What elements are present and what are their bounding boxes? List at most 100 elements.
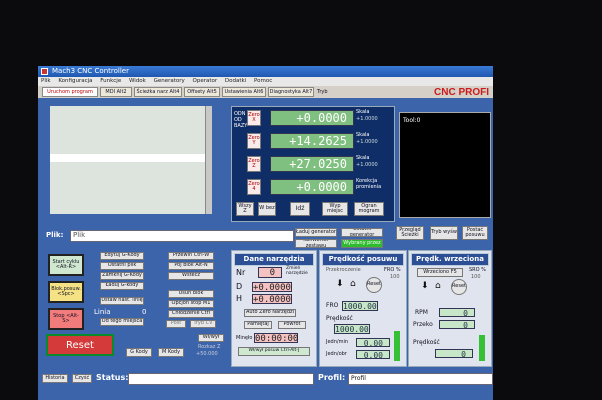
tab-toolpath[interactable]: Ścieżka narz Alt4	[134, 87, 182, 97]
toolpath-display[interactable]: Tool:0	[399, 112, 491, 218]
spindle-title: Prędk. wrzeciona	[411, 253, 489, 266]
spindle-toggle-button[interactable]: Wrzeciono F5	[417, 268, 463, 277]
coolant-button[interactable]: Chłodzenie Ctrl	[168, 310, 214, 318]
goto-button[interactable]: Idź	[290, 202, 310, 216]
load-wizard-button[interactable]: Ładuj generator	[295, 228, 337, 237]
menu-pomoc[interactable]: Pomoc	[254, 78, 272, 84]
return-button[interactable]: Powrót	[278, 321, 306, 329]
tool-d-label: D	[236, 282, 243, 291]
main-area: ODN OD BAZY Zero X +0.0000 Skala +1.0000…	[38, 98, 493, 400]
limits-button[interactable]: Ogran mogram	[354, 202, 384, 216]
menu-operator[interactable]: Operator	[193, 78, 218, 84]
ref-label: ODN OD BAZY	[234, 111, 248, 129]
set-next-line-button[interactable]: Ustaw nast. linię	[100, 297, 144, 305]
feed-reset-button[interactable]: Reset	[366, 277, 382, 293]
units-rev-value: 0.00	[356, 350, 390, 360]
profile-field: Profil	[348, 373, 493, 385]
scale-x-value: +1.0000	[356, 116, 378, 122]
spindle-speed-value: 0	[435, 349, 473, 359]
optional-stop-button[interactable]: Opcjon stop M1	[168, 300, 214, 308]
clear-button[interactable]: Czyść	[72, 374, 92, 383]
spindle-home-icon[interactable]: ⌂	[435, 281, 441, 291]
menu-generatory[interactable]: Generatory	[154, 78, 185, 84]
sro-label: SRO %	[469, 267, 486, 273]
dro-panel: ODN OD BAZY Zero X +0.0000 Skala +1.0000…	[231, 106, 395, 222]
toggle-button[interactable]: Wł/wył	[198, 334, 224, 342]
gcodes-button[interactable]: G Kody	[126, 348, 152, 357]
spindle-down-icon[interactable]: ⬇	[421, 281, 429, 291]
units-min-label: Jedn/min	[326, 339, 349, 345]
fro-pct-label: FRO %	[384, 267, 401, 273]
offline-button[interactable]: Wyp miejsc	[322, 202, 348, 216]
cv-mode-button[interactable]: Tryb CV	[190, 320, 216, 328]
dro-z: +27.0250	[270, 156, 354, 172]
gcode-scrollbar[interactable]	[205, 106, 212, 214]
reset-button[interactable]: Reset	[46, 334, 114, 356]
conversational-button[interactable]: Konwerter zestawu	[295, 239, 337, 248]
display-mode-button[interactable]: Tryb wyśw	[430, 226, 458, 240]
spindle-reset-button[interactable]: Reset	[451, 279, 467, 295]
elapsed-label: Minęło	[236, 335, 253, 341]
tab-mdi[interactable]: MDI Alt2	[100, 87, 132, 97]
spindle-slider[interactable]	[479, 335, 485, 361]
app-icon	[41, 68, 48, 75]
title-bar: Mach3 CNC Controller	[38, 66, 493, 77]
elapsed-value: 00:00:00	[254, 333, 299, 344]
feedrate-label: Prędkość	[326, 315, 353, 322]
tab-offsets[interactable]: Offsety Alt5	[184, 87, 220, 97]
screen-tabs: Uruchom program MDI Alt2 Ścieżka narz Al…	[38, 86, 493, 98]
tool-info-panel: Dane narzędzia Nr 0 Zmień narzędzie D +0…	[231, 250, 317, 367]
menu-dodatki[interactable]: Dodatki	[225, 78, 246, 84]
machine-coords-button[interactable]: W bez	[258, 202, 276, 216]
jog-follow-button[interactable]: Postać posuwu	[462, 226, 488, 240]
feedrate-value: 1000.00	[334, 324, 370, 334]
block-delete-button[interactable]: Usuń blok	[168, 290, 214, 298]
rewind-button[interactable]: Przewiń Ctrl-W	[168, 252, 214, 260]
radius-comp-label: Korekcja promienia	[356, 178, 382, 190]
menu-plik[interactable]: Plik	[41, 78, 51, 84]
dro-x: +0.0000	[270, 110, 354, 126]
zero-y-button[interactable]: Zero Y	[247, 133, 261, 149]
single-block-button[interactable]: Poj blok Alt-N	[168, 262, 214, 270]
edit-gcode-button[interactable]: Edytuj G-Kody	[100, 252, 144, 260]
last-wizard-button[interactable]: Ostatni generator	[341, 228, 383, 237]
regen-toolpath-button[interactable]: Przegląd Ścieżki	[396, 226, 424, 240]
post-button[interactable]: Post	[166, 320, 186, 328]
units-min-value: 0.00	[356, 338, 390, 348]
zero-4-button[interactable]: Zero 4	[247, 179, 261, 195]
zero-x-button[interactable]: Zero X	[247, 110, 261, 126]
load-gcode-button[interactable]: Ładuj G-kody	[100, 282, 144, 290]
auto-tool-zero-button[interactable]: Auto Zero Narzędzi	[244, 309, 296, 317]
menu-konfiguracja[interactable]: Konfiguracja	[58, 78, 92, 84]
gcode-window[interactable]	[50, 106, 212, 214]
recent-file-button[interactable]: Ostatni plik	[100, 262, 144, 270]
feed-home-icon[interactable]: ⌂	[350, 279, 356, 289]
tab-diagnostics[interactable]: Diagnostyka Alt7	[268, 87, 314, 97]
mcodes-button[interactable]: M Kody	[158, 348, 184, 357]
file-label: Plik:	[46, 231, 64, 239]
cycle-start-button[interactable]: Start cyklu <Alt-R>	[48, 254, 84, 276]
fro-value: 1000.00	[342, 301, 378, 311]
close-gcode-button[interactable]: Zamknij G-Kody	[100, 272, 144, 280]
run-from-here-button[interactable]: Od tego miejsca	[100, 318, 144, 326]
zero-z-button[interactable]: Zero Z	[247, 156, 261, 172]
home-z-button[interactable]: Wszy Z	[236, 202, 254, 216]
tab-run[interactable]: Uruchom program	[42, 87, 98, 97]
tool-h-value: +0.0000	[252, 294, 292, 305]
jog-toggle-button[interactable]: Wł/wył posuw Ctrl-Alt-J	[238, 347, 310, 356]
tool-nr-label: Nr	[236, 268, 246, 277]
menu-widok[interactable]: Widok	[129, 78, 146, 84]
history-button[interactable]: Historia	[42, 374, 68, 383]
menu-bar: Plik Konfiguracja Funkcje Widok Generato…	[38, 77, 493, 86]
stop-button[interactable]: Stop <Alt-S>	[48, 308, 84, 330]
tab-settings[interactable]: Ustawienia Alt6	[222, 87, 266, 97]
units-rev-label: Jedn/obr	[326, 351, 347, 357]
remember-button[interactable]: Pamiętaj	[244, 321, 272, 329]
feed-hold-button[interactable]: Blok.posuw. <Spc>	[48, 281, 84, 303]
reverse-run-button[interactable]: Wstecz	[168, 272, 214, 280]
menu-funkcje[interactable]: Funkcje	[100, 78, 121, 84]
feed-down-icon[interactable]: ⬇	[336, 279, 344, 289]
feed-slider[interactable]	[394, 331, 400, 361]
line-value: 0	[142, 308, 147, 316]
wizard-select-button[interactable]: Wybrany przez	[341, 239, 383, 248]
